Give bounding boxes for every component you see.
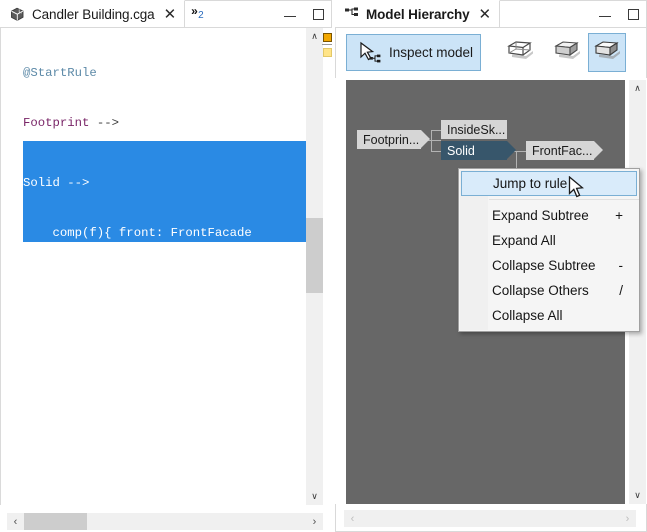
maximize-icon — [313, 8, 324, 20]
node-label: Footprin... — [363, 132, 420, 147]
code-selection-block: Solid --> comp(f){ front: FrontFacade | … — [23, 141, 306, 442]
menu-item-accelerator: / — [619, 283, 623, 298]
node-label: InsideSk... — [447, 122, 506, 137]
editor-horizontal-scrollbar-track: ‹ › — [0, 505, 332, 532]
cursor-inspect-icon — [356, 40, 382, 66]
scroll-down-icon[interactable]: ∨ — [629, 487, 646, 504]
menu-item-accelerator: + — [615, 208, 623, 223]
hierarchy-node-frontfacade[interactable]: FrontFac... — [526, 141, 603, 160]
node-label: Solid — [447, 143, 475, 158]
tab-candler-building-cga[interactable]: Candler Building.cga ✕ — [0, 0, 186, 28]
tab-overflow-count: 2 — [198, 10, 204, 21]
editor-horizontal-scrollbar[interactable]: ‹ › — [7, 513, 323, 530]
application-window: Candler Building.cga ✕ » 2 @StartRule Fo… — [0, 0, 647, 532]
scroll-right-icon[interactable]: › — [619, 510, 636, 527]
menu-item-accelerator: - — [618, 258, 624, 273]
menu-item-label: Collapse All — [492, 308, 563, 323]
scroll-left-icon[interactable]: ‹ — [344, 510, 361, 527]
hierarchy-node-solid[interactable]: Solid — [441, 141, 516, 160]
selected-code-line: | back : RearFacade — [23, 276, 245, 291]
close-icon[interactable]: ✕ — [164, 7, 177, 22]
hierarchy-tabstrip-rest — [500, 0, 647, 28]
hierarchy-window-buttons — [599, 1, 639, 27]
hierarchy-node-insideskin[interactable]: InsideSk... — [441, 120, 507, 139]
editor-titlebar: Candler Building.cga ✕ » 2 — [0, 0, 332, 28]
editor-marker-column[interactable] — [322, 28, 333, 505]
editor-tabstrip-overflow: » 2 — [185, 0, 332, 28]
selected-code-line: | left : SideFacade — [23, 326, 245, 341]
scroll-left-icon[interactable]: ‹ — [7, 513, 24, 530]
menu-item-collapse-subtree[interactable]: Collapse Subtree - — [459, 253, 639, 278]
selected-code-line: | right: SideFacade — [23, 377, 245, 392]
close-icon[interactable]: ✕ — [479, 7, 492, 22]
maximize-button[interactable] — [313, 8, 324, 20]
scroll-up-icon[interactable]: ∧ — [629, 80, 646, 97]
tree-connector — [431, 129, 441, 131]
mouse-cursor-icon — [568, 175, 585, 205]
cube-wireframe-icon — [505, 37, 535, 68]
menu-item-label: Expand Subtree — [492, 208, 589, 223]
tab-label: Model Hierarchy — [366, 6, 470, 22]
node-label: FrontFac... — [532, 143, 593, 158]
minimize-icon — [284, 16, 296, 17]
selected-code-line: Solid --> — [23, 175, 90, 190]
selected-code-line: comp(f){ front: FrontFacade — [23, 225, 252, 240]
hierarchy-horizontal-scrollbar-track: ‹ › — [335, 504, 647, 532]
minimize-icon — [599, 16, 611, 17]
inspect-model-label: Inspect model — [389, 45, 474, 60]
tree-connector — [431, 150, 441, 152]
cube-textured-icon — [592, 37, 622, 68]
menu-item-label: Expand All — [492, 233, 556, 248]
menu-item-jump-to-rule[interactable]: Jump to rule — [461, 171, 637, 196]
view-shaded-button[interactable] — [548, 33, 586, 72]
scroll-down-icon[interactable]: ∨ — [306, 488, 323, 505]
menu-item-expand-subtree[interactable]: Expand Subtree + — [459, 203, 639, 228]
minimize-button[interactable] — [284, 11, 296, 17]
code-editor-area[interactable]: @StartRule Footprint --> InsideSkin extr… — [0, 28, 306, 505]
selected-code-line: | top : Roof } — [23, 427, 215, 442]
cube-file-icon — [9, 6, 26, 23]
scroll-right-icon[interactable]: › — [306, 513, 323, 530]
view-textured-button[interactable] — [588, 33, 626, 72]
hierarchy-node-footprint[interactable]: Footprin... — [357, 130, 430, 149]
scroll-up-icon[interactable]: ∧ — [306, 28, 323, 45]
warning-marker-orange-icon[interactable] — [323, 33, 332, 42]
cga-editor-panel: Candler Building.cga ✕ » 2 @StartRule Fo… — [0, 0, 333, 532]
chevron-double-right-icon: » — [191, 4, 198, 18]
editor-window-buttons — [284, 1, 324, 27]
hierarchy-toolbar: Inspect model — [335, 28, 647, 78]
menu-item-collapse-all[interactable]: Collapse All — [459, 303, 639, 328]
editor-vscroll-thumb[interactable] — [306, 218, 323, 293]
warning-marker-yellow-icon[interactable] — [323, 48, 332, 57]
maximize-icon — [628, 8, 639, 20]
menu-item-label: Collapse Subtree — [492, 258, 596, 273]
tab-model-hierarchy[interactable]: Model Hierarchy ✕ — [335, 0, 501, 28]
tab-overflow-button[interactable]: » 2 — [190, 3, 212, 25]
hierarchy-icon — [344, 7, 360, 21]
menu-item-expand-all[interactable]: Expand All — [459, 228, 639, 253]
cube-shaded-icon — [552, 37, 582, 68]
hierarchy-horizontal-scrollbar[interactable]: ‹ › — [344, 510, 636, 527]
view-wireframe-button[interactable] — [501, 33, 539, 72]
tab-label: Candler Building.cga — [32, 6, 155, 22]
menu-item-collapse-others[interactable]: Collapse Others / — [459, 278, 639, 303]
minimize-button[interactable] — [599, 11, 611, 17]
editor-vertical-scrollbar[interactable]: ∧ ∨ — [306, 28, 323, 505]
menu-item-label: Jump to rule — [493, 176, 568, 191]
hierarchy-titlebar: Model Hierarchy ✕ — [335, 0, 647, 28]
menu-separator — [489, 199, 639, 200]
hierarchy-context-menu: Jump to rule Expand Subtree + Expand All… — [458, 168, 640, 332]
inspect-model-button[interactable]: Inspect model — [346, 34, 481, 71]
editor-hscroll-thumb[interactable] — [24, 513, 87, 530]
tree-connector — [431, 129, 432, 152]
maximize-button[interactable] — [628, 8, 639, 20]
menu-item-label: Collapse Others — [492, 283, 589, 298]
